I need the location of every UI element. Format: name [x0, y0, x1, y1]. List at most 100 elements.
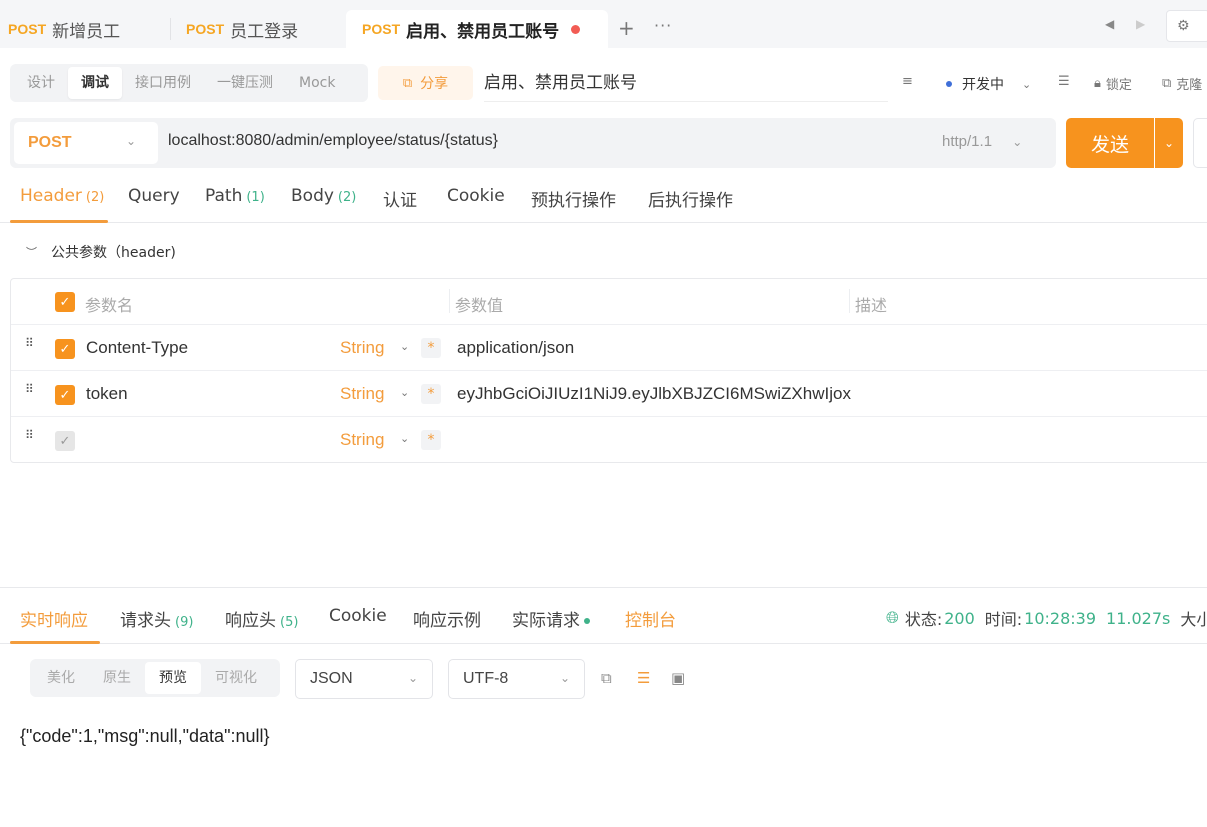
tab-label: 请求头: [120, 611, 171, 631]
mode-test-case[interactable]: 接口用例: [122, 67, 204, 99]
format-icon[interactable]: ≡: [902, 74, 913, 89]
tab-console[interactable]: 控制台: [625, 606, 676, 631]
encoding-value: UTF-8: [463, 670, 509, 687]
tab-scroll-right-icon[interactable]: ▶: [1136, 17, 1145, 31]
save-icon[interactable]: ▣: [671, 669, 685, 687]
clone-button[interactable]: ⧉ 克隆: [1162, 74, 1202, 93]
tab-pre-script[interactable]: 预执行操作: [531, 186, 616, 211]
send-button[interactable]: 发送: [1066, 118, 1154, 168]
column-divider: [449, 289, 450, 313]
tab-employee-login[interactable]: POST 员工登录: [178, 10, 306, 48]
side-panel-toggle[interactable]: [1193, 118, 1207, 168]
view-pretty[interactable]: 美化: [33, 662, 89, 694]
common-params-toggle[interactable]: ︶ 公共参数（header): [26, 242, 176, 262]
required-star-icon[interactable]: *: [421, 338, 441, 358]
tab-method: POST: [362, 21, 401, 37]
tab-response-headers[interactable]: 响应头 (5): [225, 606, 298, 631]
required-star-icon[interactable]: *: [421, 384, 441, 404]
param-type[interactable]: String: [340, 430, 384, 450]
api-name-input[interactable]: 启用、禁用员工账号: [484, 68, 888, 102]
tab-scroll-left-icon[interactable]: ◀: [1105, 17, 1114, 31]
tab-live-response[interactable]: 实时响应: [20, 606, 88, 631]
tab-add-employee[interactable]: POST 新增员工: [0, 10, 128, 48]
row-checkbox[interactable]: ✓: [55, 339, 75, 359]
tab-query[interactable]: Query: [128, 186, 180, 206]
method-select[interactable]: POST ⌄: [14, 122, 158, 164]
mode-design[interactable]: 设计: [14, 67, 68, 99]
tab-divider: [170, 18, 171, 40]
tab-label: 实际请求: [512, 611, 580, 631]
view-visualize[interactable]: 可视化: [201, 662, 271, 694]
wrap-lines-icon[interactable]: ☰: [637, 669, 650, 687]
settings-button[interactable]: ⚙: [1166, 10, 1207, 42]
tab-label: Cookie: [447, 186, 505, 206]
tab-cookie[interactable]: Cookie: [447, 186, 505, 206]
common-params-label: 公共参数（header): [51, 245, 176, 261]
param-name[interactable]: token: [86, 384, 128, 404]
row-checkbox[interactable]: ✓: [55, 385, 75, 405]
mode-debug[interactable]: 调试: [68, 67, 122, 99]
send-options-button[interactable]: ⌄: [1155, 118, 1183, 168]
active-tab-indicator: [10, 641, 100, 644]
view-preview[interactable]: 预览: [145, 662, 201, 694]
url-input[interactable]: localhost:8080/admin/employee/status/{st…: [168, 132, 498, 150]
tab-auth[interactable]: 认证: [383, 186, 417, 211]
chevron-down-icon[interactable]: ⌄: [400, 432, 409, 445]
unsaved-dot-icon: [571, 24, 581, 34]
tab-label: 响应头: [225, 611, 276, 631]
tab-method: POST: [8, 21, 47, 37]
param-value[interactable]: application/json: [457, 338, 574, 358]
mode-stress-test[interactable]: 一键压测: [204, 67, 286, 99]
add-tab-button[interactable]: +: [618, 16, 635, 40]
share-label: 分享: [420, 76, 449, 92]
tab-header[interactable]: Header (2): [20, 186, 104, 206]
mode-mock[interactable]: Mock: [286, 67, 348, 99]
tab-label: 认证: [383, 191, 417, 211]
copy-icon[interactable]: ⧉: [601, 669, 612, 687]
param-value[interactable]: eyJhbGciOiJIUzI1NiJ9.eyJlbXBJZCI6MSwiZXh…: [457, 384, 851, 404]
environment-selector[interactable]: 开发中 ⌄: [946, 74, 1031, 94]
param-type[interactable]: String: [340, 384, 384, 404]
tab-method: POST: [186, 21, 225, 37]
required-star-icon[interactable]: *: [421, 430, 441, 450]
save-layout-icon[interactable]: ☰: [1058, 74, 1070, 89]
status-dot-icon: [584, 618, 590, 624]
select-all-checkbox[interactable]: ✓: [55, 292, 75, 312]
lock-button[interactable]: 🔒︎ 锁定: [1094, 74, 1132, 93]
status-code: 200: [944, 608, 975, 628]
drag-handle-icon[interactable]: ⠿: [25, 383, 35, 395]
chevron-down-icon: ⌄: [1022, 77, 1032, 91]
encoding-select[interactable]: UTF-8 ⌄: [448, 659, 585, 699]
tab-response-cookie[interactable]: Cookie: [329, 606, 387, 626]
drag-handle-icon[interactable]: ⠿: [25, 337, 35, 349]
tab-request-headers[interactable]: 请求头 (9): [120, 606, 193, 631]
request-tabs: Header (2) Query Path (1) Body (2) 认证 Cooki…: [0, 178, 1207, 223]
chevron-down-icon[interactable]: ⌄: [400, 340, 409, 353]
table-header-row: ✓ 参数名 参数值 描述: [11, 279, 1207, 325]
share-button[interactable]: ⧉ 分享: [378, 66, 473, 100]
tab-body[interactable]: Body (2): [291, 186, 356, 206]
tab-label: Header: [20, 186, 82, 206]
tab-actual-request[interactable]: 实际请求: [512, 606, 590, 631]
env-label: 开发中: [962, 77, 1004, 93]
chevron-down-icon: ⌄: [407, 671, 418, 685]
response-duration: 11.027s: [1106, 608, 1171, 628]
drag-handle-icon[interactable]: ⠿: [25, 429, 35, 441]
param-name[interactable]: Content-Type: [86, 338, 188, 358]
format-select[interactable]: JSON ⌄: [295, 659, 433, 699]
chevron-down-icon: ⌄: [559, 671, 570, 685]
env-status-dot: [946, 81, 952, 87]
view-raw[interactable]: 原生: [89, 662, 145, 694]
response-tabs: 实时响应 请求头 (9) 响应头 (5) Cookie 响应示例 实际请求 控制台 …: [0, 588, 1207, 644]
column-header-name: 参数名: [85, 296, 134, 315]
tab-path[interactable]: Path (1): [205, 186, 265, 206]
param-type[interactable]: String: [340, 338, 384, 358]
chevron-down-icon[interactable]: ⌄: [400, 386, 409, 399]
more-tabs-button[interactable]: ···: [654, 16, 672, 35]
http-version-select[interactable]: http/1.1 ⌄: [942, 133, 1022, 150]
tab-post-script[interactable]: 后执行操作: [648, 186, 733, 211]
row-checkbox[interactable]: ✓: [55, 431, 75, 451]
tab-response-example[interactable]: 响应示例: [413, 606, 481, 631]
tab-toggle-employee-status[interactable]: POST 启用、禁用员工账号: [346, 10, 608, 48]
mode-switcher: 设计 调试 接口用例 一键压测 Mock: [10, 64, 368, 102]
